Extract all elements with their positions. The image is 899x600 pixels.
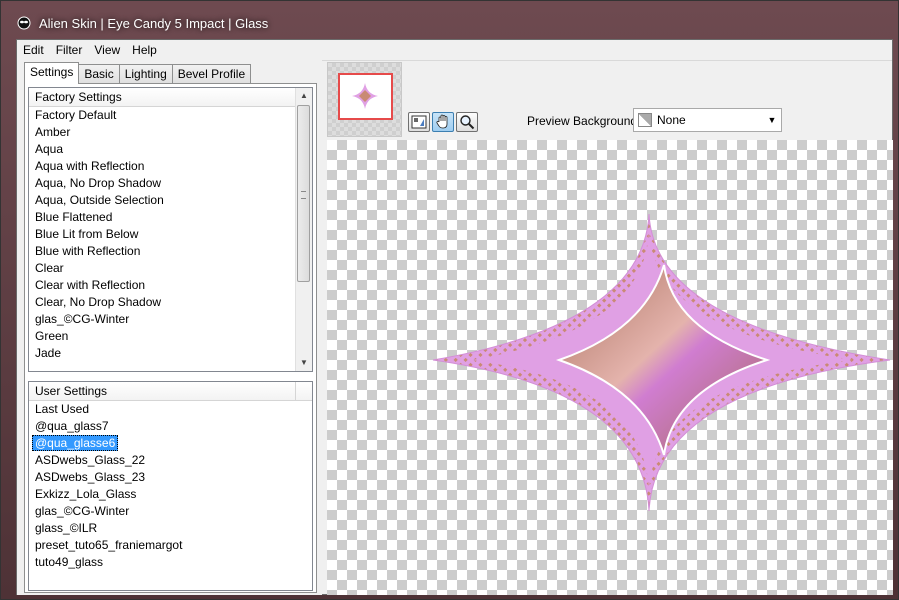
- factory-setting-item[interactable]: Jade: [29, 345, 312, 362]
- user-setting-item[interactable]: @qua_glass7: [29, 418, 312, 435]
- factory-setting-item-label: Clear: [35, 261, 64, 275]
- factory-settings-header: Factory Settings: [29, 88, 312, 107]
- user-setting-item[interactable]: tuto49_glass: [29, 554, 312, 571]
- user-setting-item[interactable]: glass_©ILR: [29, 520, 312, 537]
- factory-list-scrollbar[interactable]: ▲ ▼: [295, 88, 312, 371]
- user-setting-item[interactable]: ASDwebs_Glass_22: [29, 452, 312, 469]
- user-setting-item-label: glass_©ILR: [35, 521, 98, 535]
- tab-settings[interactable]: Settings: [24, 62, 80, 84]
- menu-edit[interactable]: Edit: [17, 43, 50, 57]
- user-setting-item[interactable]: @qua_glasse6: [29, 435, 312, 452]
- hand-icon: [436, 114, 448, 129]
- glass-effect-preview: [432, 213, 891, 512]
- user-setting-item[interactable]: glas_©CG-Winter: [29, 503, 312, 520]
- factory-setting-item[interactable]: Blue Flattened: [29, 209, 312, 226]
- preview-background-value: None: [657, 113, 686, 127]
- user-setting-item-label: Exkizz_Lola_Glass: [35, 487, 137, 501]
- factory-setting-item-label: Factory Default: [35, 108, 117, 122]
- preview-background-label: Preview Background:: [527, 114, 641, 128]
- zoom-icon: [460, 115, 475, 130]
- factory-setting-item-label: Aqua: [35, 142, 64, 156]
- factory-setting-item[interactable]: Aqua: [29, 141, 312, 158]
- user-setting-item-label: ASDwebs_Glass_22: [35, 453, 146, 467]
- factory-setting-item-label: Jade: [35, 346, 62, 360]
- title-bar[interactable]: Alien Skin | Eye Candy 5 Impact | Glass: [7, 9, 892, 37]
- factory-setting-item-label: glas_©CG-Winter: [35, 312, 130, 326]
- tab-bevel-profile[interactable]: Bevel Profile: [171, 64, 252, 83]
- user-settings-header: User Settings: [29, 382, 312, 401]
- factory-setting-item[interactable]: Aqua with Reflection: [29, 158, 312, 175]
- scroll-thumb[interactable]: [297, 105, 310, 282]
- settings-tab-content: Factory Settings Factory Default Amber Aqu…: [24, 83, 317, 593]
- preview-panel: Preview Background: None ▼: [326, 60, 893, 595]
- app-window: Alien Skin | Eye Candy 5 Impact | Glass …: [0, 0, 899, 600]
- tab-lighting[interactable]: Lighting: [118, 64, 173, 83]
- factory-setting-item[interactable]: Green: [29, 328, 312, 345]
- factory-setting-item-label: Clear with Reflection: [35, 278, 146, 292]
- menu-help[interactable]: Help: [126, 43, 163, 57]
- factory-setting-item-label: Amber: [35, 125, 71, 139]
- factory-settings-items: Factory Default Amber Aqua Aqua with Reflec…: [29, 107, 312, 362]
- glass-diamond: [555, 264, 771, 456]
- user-setting-item-label: glas_©CG-Winter: [35, 504, 130, 518]
- factory-setting-item-label: Blue with Reflection: [35, 244, 141, 258]
- user-setting-item-label: @qua_glass7: [35, 419, 109, 433]
- factory-setting-item[interactable]: Clear: [29, 260, 312, 277]
- factory-setting-item-label: Aqua, No Drop Shadow: [35, 176, 162, 190]
- preview-background-select[interactable]: None ▼: [633, 108, 782, 132]
- factory-setting-item[interactable]: Clear with Reflection: [29, 277, 312, 294]
- user-setting-item[interactable]: preset_tuto65_franiemargot: [29, 537, 312, 554]
- user-setting-item[interactable]: Last Used: [29, 401, 312, 418]
- user-setting-item[interactable]: Exkizz_Lola_Glass: [29, 486, 312, 503]
- factory-setting-item-label: Blue Lit from Below: [35, 227, 139, 241]
- user-setting-item-label: Last Used: [35, 402, 90, 416]
- preview-canvas[interactable]: [327, 140, 893, 595]
- menu-view[interactable]: View: [88, 43, 126, 57]
- window-title: Alien Skin | Eye Candy 5 Impact | Glass: [39, 15, 269, 31]
- scroll-down-icon[interactable]: ▼: [296, 355, 312, 371]
- factory-setting-item-label: Aqua, Outside Selection: [35, 193, 164, 207]
- preview-toggle-icon: [411, 115, 427, 129]
- navigator-shape-thumbnail: [352, 83, 378, 109]
- user-setting-item-label: tuto49_glass: [35, 555, 104, 569]
- factory-setting-item-label: Clear, No Drop Shadow: [35, 295, 162, 309]
- navigator-view-frame[interactable]: [338, 73, 393, 120]
- user-setting-item-label: @qua_glasse6: [32, 435, 119, 451]
- user-setting-item-label: ASDwebs_Glass_23: [35, 470, 146, 484]
- menu-bar: Edit Filter View Help: [17, 40, 892, 61]
- tab-strip: Settings Basic Lighting Bevel Profile: [24, 62, 252, 84]
- factory-setting-item-label: Aqua with Reflection: [35, 159, 145, 173]
- factory-setting-item[interactable]: Aqua, Outside Selection: [29, 192, 312, 209]
- settings-panel: Settings Basic Lighting Bevel Profile Fa…: [17, 60, 322, 595]
- scroll-grip-icon: [301, 190, 306, 199]
- user-settings-list[interactable]: User Settings Last Used @qua_glass7 @qua_g…: [28, 381, 313, 591]
- factory-setting-item[interactable]: Factory Default: [29, 107, 312, 124]
- factory-setting-item-label: Green: [35, 329, 69, 343]
- preview-toggle-button[interactable]: [408, 112, 430, 132]
- factory-setting-item-label: Blue Flattened: [35, 210, 113, 224]
- navigator-thumbnail[interactable]: [327, 62, 402, 137]
- scroll-up-icon[interactable]: ▲: [296, 88, 312, 104]
- zoom-tool-button[interactable]: [456, 112, 478, 132]
- main-client: Edit Filter View Help Settings Basic Lig…: [16, 39, 893, 595]
- user-settings-items: Last Used @qua_glass7 @qua_glasse6 ASDwebs_…: [29, 401, 312, 571]
- menu-filter[interactable]: Filter: [50, 43, 89, 57]
- user-settings-header-label: User Settings: [35, 384, 108, 398]
- tab-basic[interactable]: Basic: [78, 64, 120, 83]
- preview-tools: [408, 112, 478, 132]
- user-setting-item[interactable]: ASDwebs_Glass_23: [29, 469, 312, 486]
- factory-setting-item[interactable]: Blue with Reflection: [29, 243, 312, 260]
- hand-tool-button[interactable]: [432, 112, 454, 132]
- factory-setting-item[interactable]: Aqua, No Drop Shadow: [29, 175, 312, 192]
- factory-setting-item[interactable]: Blue Lit from Below: [29, 226, 312, 243]
- factory-setting-item[interactable]: glas_©CG-Winter: [29, 311, 312, 328]
- user-setting-item-label: preset_tuto65_franiemargot: [35, 538, 183, 552]
- chevron-down-icon[interactable]: ▼: [763, 109, 781, 131]
- factory-setting-item[interactable]: Clear, No Drop Shadow: [29, 294, 312, 311]
- header-scroll-corner: [295, 382, 312, 400]
- alien-skin-icon: [17, 16, 31, 30]
- transparency-swatch-icon: [638, 113, 652, 127]
- factory-settings-list[interactable]: Factory Settings Factory Default Amber Aqu…: [28, 87, 313, 372]
- factory-setting-item[interactable]: Amber: [29, 124, 312, 141]
